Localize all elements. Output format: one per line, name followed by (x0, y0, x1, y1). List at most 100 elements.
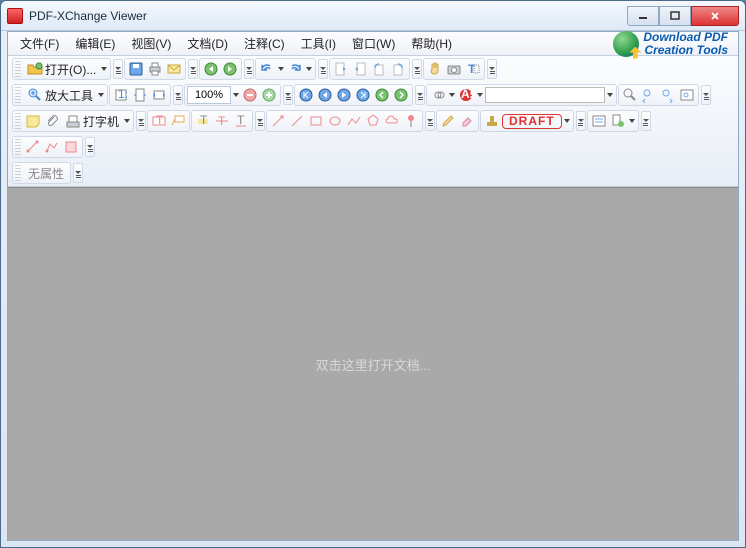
search-panel-button[interactable] (678, 86, 696, 104)
attach-file-button[interactable] (43, 112, 61, 130)
stamp-dropdown[interactable] (563, 119, 571, 123)
overflow-handle[interactable] (73, 163, 83, 183)
snapshot-tool-button[interactable] (445, 60, 463, 78)
find-button[interactable] (621, 86, 639, 104)
strikeout-button[interactable]: T (213, 112, 231, 130)
minimize-button[interactable] (627, 6, 659, 26)
grip-icon[interactable] (15, 139, 21, 155)
overflow-handle[interactable] (136, 111, 146, 131)
fit-width-button[interactable] (150, 86, 168, 104)
zoom-tool-dropdown[interactable] (97, 93, 105, 97)
zoom-in-button[interactable] (260, 86, 278, 104)
overflow-handle[interactable] (283, 85, 293, 105)
rotate-left-button[interactable] (370, 60, 388, 78)
zoom-dropdown[interactable] (232, 93, 240, 97)
open-button[interactable]: 打开(O)... (24, 60, 99, 78)
sticky-note-button[interactable] (24, 112, 42, 130)
grip-icon[interactable] (15, 61, 21, 77)
grip-icon[interactable] (15, 87, 21, 103)
close-button[interactable] (691, 6, 739, 26)
menu-view[interactable]: 视图(V) (123, 33, 179, 54)
next-page-button[interactable] (351, 60, 369, 78)
print-button[interactable] (146, 60, 164, 78)
overflow-handle[interactable] (244, 59, 254, 79)
polyline-tool-button[interactable] (345, 112, 363, 130)
link-tool-button[interactable] (429, 86, 447, 104)
download-pdf-tools-link[interactable]: Download PDF Creation Tools (613, 31, 734, 57)
distance-tool-button[interactable] (24, 138, 42, 156)
prev-page-nav-button[interactable] (316, 86, 334, 104)
zoom-tool-button[interactable]: 放大工具 (24, 86, 96, 104)
overflow-handle[interactable] (85, 137, 95, 157)
save-button[interactable] (127, 60, 145, 78)
overflow-handle[interactable] (318, 59, 328, 79)
oval-tool-button[interactable] (326, 112, 344, 130)
email-button[interactable] (165, 60, 183, 78)
search-dropdown[interactable] (606, 93, 614, 97)
nav-forward-button[interactable] (221, 60, 239, 78)
summarize-button[interactable] (609, 112, 627, 130)
link-dropdown[interactable] (448, 93, 456, 97)
typewriter-dropdown[interactable] (123, 119, 131, 123)
overflow-handle[interactable] (425, 111, 435, 131)
eraser-tool-button[interactable] (458, 112, 476, 130)
prev-view-button[interactable] (373, 86, 391, 104)
next-view-button[interactable] (392, 86, 410, 104)
search-field[interactable] (485, 87, 605, 103)
first-page-button[interactable] (297, 86, 315, 104)
show-comments-button[interactable] (590, 112, 608, 130)
prev-page-button[interactable] (332, 60, 350, 78)
zoom-input[interactable] (187, 86, 231, 104)
overflow-handle[interactable] (641, 111, 651, 131)
arrow-tool-button[interactable] (269, 112, 287, 130)
menu-edit[interactable]: 编辑(E) (67, 33, 123, 54)
typewriter-button[interactable]: 打字机 (62, 112, 122, 130)
nav-back-button[interactable] (202, 60, 220, 78)
overflow-handle[interactable] (576, 111, 586, 131)
redo-button[interactable] (286, 60, 304, 78)
maximize-button[interactable] (659, 6, 691, 26)
actual-size-button[interactable]: 1:1 (112, 86, 130, 104)
overflow-handle[interactable] (113, 59, 123, 79)
menu-tools[interactable]: 工具(I) (293, 33, 344, 54)
stamp-draft-button[interactable]: DRAFT (502, 114, 562, 129)
menu-document[interactable]: 文档(D) (179, 33, 236, 54)
next-page-nav-button[interactable] (335, 86, 353, 104)
pencil-tool-button[interactable] (439, 112, 457, 130)
stamp-tool-button[interactable] (483, 112, 501, 130)
rotate-right-button[interactable] (389, 60, 407, 78)
redo-dropdown[interactable] (305, 67, 313, 71)
overflow-handle[interactable] (188, 59, 198, 79)
select-tool-button[interactable]: T (464, 60, 482, 78)
callout-button[interactable] (169, 112, 187, 130)
grip-icon[interactable] (15, 165, 21, 181)
pushpin-button[interactable] (402, 112, 420, 130)
summarize-dropdown[interactable] (628, 119, 636, 123)
last-page-button[interactable] (354, 86, 372, 104)
line-tool-button[interactable] (288, 112, 306, 130)
polygon-tool-button[interactable] (364, 112, 382, 130)
highlight-button[interactable]: T (194, 112, 212, 130)
undo-button[interactable] (258, 60, 276, 78)
grip-icon[interactable] (15, 113, 21, 129)
document-area[interactable]: 双击这里打开文档... (8, 187, 738, 540)
overflow-handle[interactable] (173, 85, 183, 105)
overflow-handle[interactable] (412, 59, 422, 79)
zoom-out-button[interactable] (241, 86, 259, 104)
overflow-handle[interactable] (701, 85, 711, 105)
area-tool-button[interactable] (62, 138, 80, 156)
textbox-button[interactable]: T (150, 112, 168, 130)
overflow-handle[interactable] (487, 59, 497, 79)
underline-button[interactable]: T (232, 112, 250, 130)
menu-comment[interactable]: 注释(C) (236, 33, 293, 54)
menu-window[interactable]: 窗口(W) (344, 33, 403, 54)
rectangle-tool-button[interactable] (307, 112, 325, 130)
find-prev-button[interactable] (640, 86, 658, 104)
hand-tool-button[interactable] (426, 60, 444, 78)
find-next-button[interactable] (659, 86, 677, 104)
undo-dropdown[interactable] (277, 67, 285, 71)
open-dropdown[interactable] (100, 67, 108, 71)
ask-button[interactable]: Ask (457, 86, 475, 104)
overflow-handle[interactable] (415, 85, 425, 105)
menu-file[interactable]: 文件(F) (12, 33, 67, 54)
